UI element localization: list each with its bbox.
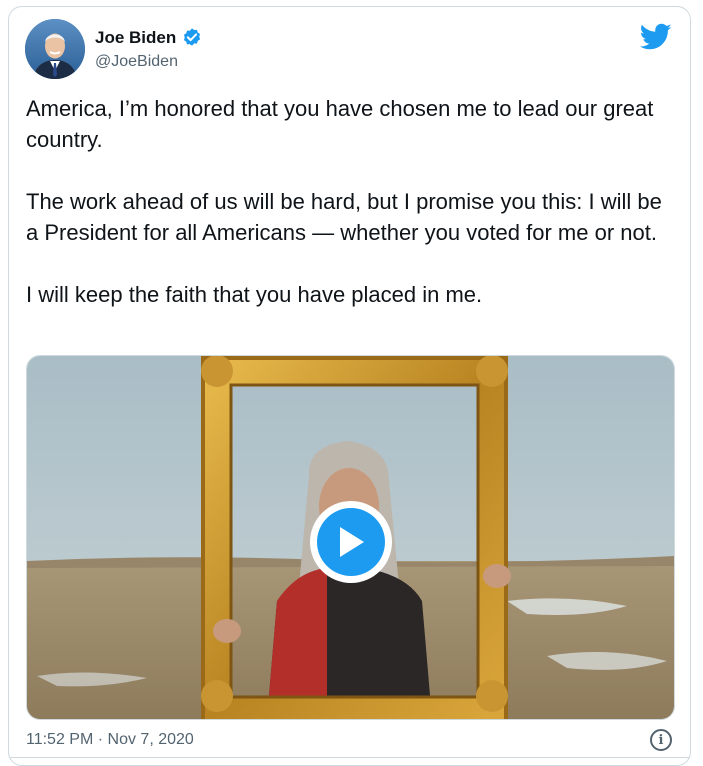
tweet-timestamp[interactable]: 11:52 PM · Nov 7, 2020 [26,731,194,749]
author-handle[interactable]: @JoeBiden [95,53,178,71]
tweet-card: Joe Biden @JoeBiden America, I’m honored… [8,6,691,766]
divider [9,757,690,758]
tweet-paragraph: The work ahead of us will be hard, but I… [26,189,662,245]
play-button[interactable] [310,501,392,583]
video-media[interactable] [26,355,675,720]
twitter-bird-icon[interactable] [639,23,672,51]
tweet-paragraph: America, I’m honored that you have chose… [26,96,654,152]
verified-badge-icon [181,27,203,49]
info-icon[interactable]: i [650,729,672,751]
play-icon [317,508,385,576]
author-name-row[interactable]: Joe Biden [95,27,203,49]
display-name[interactable]: Joe Biden [95,28,176,48]
tweet-paragraph: I will keep the faith that you have plac… [26,282,483,307]
tweet-text: America, I’m honored that you have chose… [26,93,676,341]
avatar[interactable] [25,19,85,79]
